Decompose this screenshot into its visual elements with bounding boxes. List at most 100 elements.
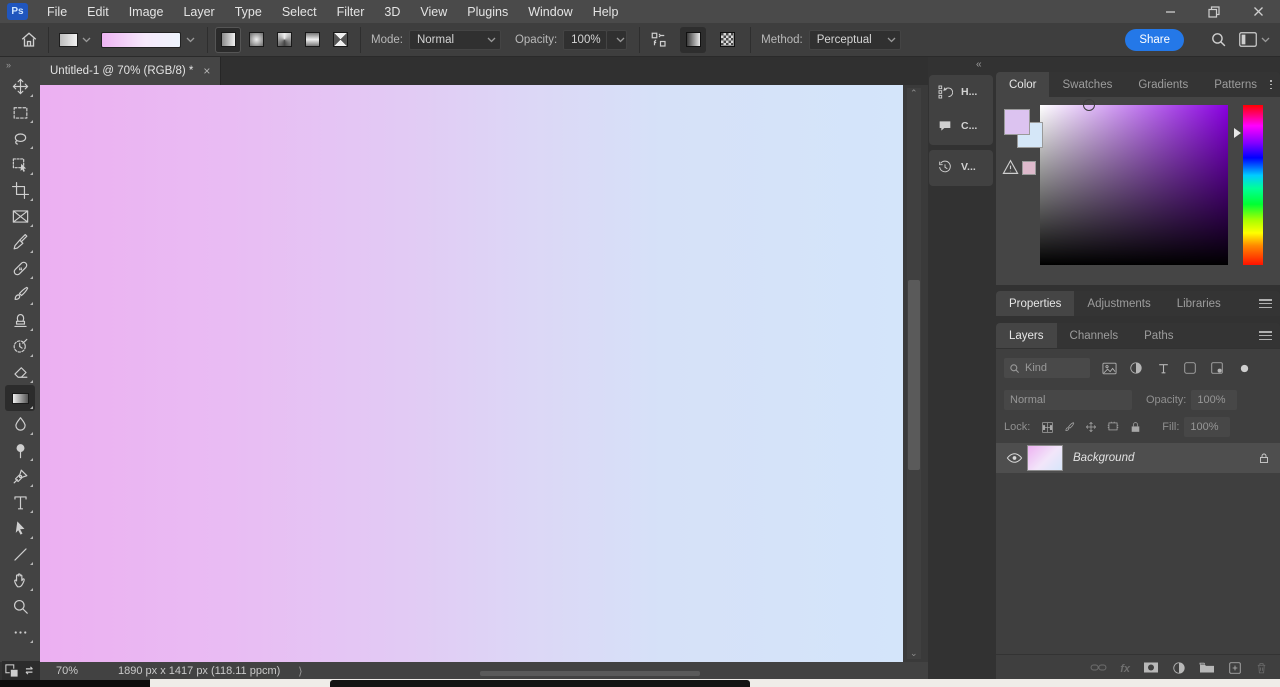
dither-icon[interactable]	[714, 27, 740, 53]
layer-style-fx-icon[interactable]: fx	[1120, 661, 1130, 675]
gradient-type-angle[interactable]	[272, 28, 296, 52]
close-tab-icon[interactable]: ×	[203, 64, 210, 78]
scroll-up-icon[interactable]: ⌃	[910, 88, 918, 99]
lasso-tool[interactable]	[5, 125, 35, 151]
hue-slider-pointer[interactable]	[1234, 128, 1241, 138]
layer-row-background[interactable]: Background	[996, 443, 1280, 473]
gamut-warning-icon[interactable]	[1002, 159, 1019, 175]
method-dropdown[interactable]: Perceptual	[809, 30, 901, 50]
menu-filter[interactable]: Filter	[327, 0, 375, 23]
filter-smart-objects-icon[interactable]	[1206, 358, 1228, 378]
zoom-level[interactable]: 70%	[56, 665, 78, 677]
collapse-panels-icon[interactable]: «	[976, 59, 983, 70]
new-group-icon[interactable]	[1199, 661, 1215, 674]
gradient-editor[interactable]	[95, 32, 201, 48]
foreground-background-swatches-icon[interactable]	[5, 664, 19, 678]
menu-select[interactable]: Select	[272, 0, 327, 23]
rectangular-marquee-tool[interactable]	[5, 99, 35, 125]
history-panel-button[interactable]: H...	[929, 75, 993, 109]
tab-gradients[interactable]: Gradients	[1125, 72, 1201, 97]
lock-artboard-icon[interactable]	[1102, 417, 1124, 437]
gamut-warning-swatch[interactable]	[1022, 161, 1036, 175]
panel-menu-icon[interactable]	[1259, 299, 1272, 308]
layer-filter-kind-dropdown[interactable]: Kind	[1004, 358, 1090, 378]
mode-dropdown[interactable]: Normal	[409, 30, 501, 50]
move-tool[interactable]	[5, 73, 35, 99]
new-adjustment-layer-icon[interactable]	[1172, 661, 1186, 675]
hue-slider[interactable]	[1243, 105, 1263, 265]
swap-colors-icon[interactable]	[23, 664, 37, 677]
minimize-button[interactable]	[1148, 0, 1192, 23]
type-tool[interactable]	[5, 489, 35, 515]
filter-pixel-layers-icon[interactable]	[1098, 358, 1120, 378]
blend-mode-dropdown[interactable]: Normal	[1004, 390, 1132, 410]
saturation-brightness-field[interactable]	[1040, 105, 1228, 265]
close-button[interactable]	[1236, 0, 1280, 23]
filter-type-layers-icon[interactable]	[1152, 358, 1174, 378]
edit-toolbar-icon[interactable]	[5, 619, 35, 645]
layers-opacity-value[interactable]: 100%	[1191, 390, 1237, 410]
spot-healing-brush-tool[interactable]	[5, 255, 35, 281]
gradient-type-linear[interactable]	[216, 28, 240, 52]
eraser-tool[interactable]	[5, 359, 35, 385]
reverse-icon[interactable]	[646, 27, 672, 53]
home-icon[interactable]	[16, 27, 42, 53]
zoom-tool[interactable]	[5, 593, 35, 619]
tab-paths[interactable]: Paths	[1131, 323, 1186, 348]
path-selection-tool[interactable]	[5, 515, 35, 541]
gradient-preview[interactable]	[101, 32, 181, 48]
menu-3d[interactable]: 3D	[374, 0, 410, 23]
canvas[interactable]	[40, 85, 903, 662]
menu-help[interactable]: Help	[583, 0, 629, 23]
comments-panel-button[interactable]: C...	[929, 109, 993, 143]
menu-image[interactable]: Image	[119, 0, 174, 23]
object-selection-tool[interactable]	[5, 151, 35, 177]
menu-window[interactable]: Window	[518, 0, 582, 23]
document-tab[interactable]: Untitled-1 @ 70% (RGB/8) * ×	[40, 57, 221, 85]
toolbar-collapse-icon[interactable]: »	[0, 57, 40, 73]
clone-stamp-tool[interactable]	[5, 307, 35, 333]
version-history-panel-button[interactable]: V...	[929, 150, 993, 184]
history-brush-tool[interactable]	[5, 333, 35, 359]
tab-color[interactable]: Color	[996, 72, 1049, 97]
fill-value[interactable]: 100%	[1184, 417, 1230, 437]
scroll-down-icon[interactable]: ⌄	[910, 648, 918, 659]
filter-toggle-icon[interactable]	[1233, 358, 1255, 378]
crop-tool[interactable]	[5, 177, 35, 203]
menu-edit[interactable]: Edit	[77, 0, 119, 23]
color-picker-cursor[interactable]	[1083, 99, 1095, 111]
link-layers-icon[interactable]	[1090, 661, 1107, 674]
tool-preset-picker[interactable]	[55, 33, 95, 47]
tab-properties[interactable]: Properties	[996, 291, 1074, 316]
opacity-value-box[interactable]: 100%	[563, 30, 607, 50]
menu-plugins[interactable]: Plugins	[457, 0, 518, 23]
gradient-type-reflected[interactable]	[300, 28, 324, 52]
menu-layer[interactable]: Layer	[173, 0, 224, 23]
tab-layers[interactable]: Layers	[996, 323, 1057, 348]
line-tool[interactable]	[5, 541, 35, 567]
share-button[interactable]: Share	[1125, 29, 1184, 51]
layer-lock-icon[interactable]	[1258, 452, 1270, 465]
horizontal-scrollbar-thumb[interactable]	[480, 671, 700, 676]
gradient-type-diamond[interactable]	[328, 28, 352, 52]
frame-tool[interactable]	[5, 203, 35, 229]
delete-layer-icon[interactable]	[1255, 661, 1268, 675]
panel-menu-icon[interactable]	[1270, 80, 1272, 89]
filter-adjustment-layers-icon[interactable]	[1125, 358, 1147, 378]
brush-tool[interactable]	[5, 281, 35, 307]
vertical-scrollbar-thumb[interactable]	[908, 280, 920, 470]
menu-view[interactable]: View	[410, 0, 457, 23]
gradient-type-radial[interactable]	[244, 28, 268, 52]
panel-menu-icon[interactable]	[1259, 331, 1272, 340]
foreground-color-swatch[interactable]	[1004, 109, 1030, 135]
dodge-tool[interactable]	[5, 437, 35, 463]
lock-pixels-icon[interactable]	[1058, 417, 1080, 437]
tab-libraries[interactable]: Libraries	[1164, 291, 1234, 316]
lock-transparency-icon[interactable]	[1036, 417, 1058, 437]
menu-file[interactable]: File	[37, 0, 77, 23]
filter-shape-layers-icon[interactable]	[1179, 358, 1201, 378]
new-layer-icon[interactable]	[1228, 661, 1242, 675]
gradient-tool[interactable]	[5, 385, 35, 411]
transparency-icon[interactable]	[680, 27, 706, 53]
blur-tool[interactable]	[5, 411, 35, 437]
